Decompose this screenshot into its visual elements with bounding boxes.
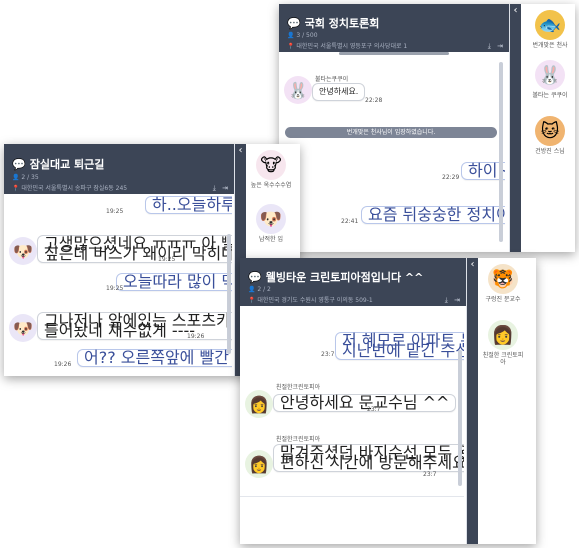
avatar: 👩 [488,320,518,350]
chat-header: 💬 웰빙타운 크린토피아점입니다 ^^ 👤 2 / 2 📍 대한민국 경기도 수원… [240,258,466,306]
header-actions: ⤓ ⇥ [213,184,228,193]
cut-off-message [339,52,449,55]
person-icon: 👤 [12,174,20,181]
room-address: 📍 대한민국 경기도 수원시 영통구 이의동 509-1 [248,297,373,304]
header-actions: ⤓ ⇥ [488,42,503,51]
message-time: 19:26 [54,361,72,368]
header-actions: ⤓ ⇥ [445,296,460,305]
user-sidebar: ‹ 🐟 번개맞은 천사 🐰 볼타는 쿠쿠이 🐱 건방진 스님 [509,4,575,252]
message-time: 22:29 [442,174,460,181]
location-pin-icon: 📍 [248,297,256,304]
download-icon[interactable]: ⤓ [445,296,448,304]
chat-area[interactable]: 하..오늘하루도 힘들었다~ 19:25 🐶 고생많으셨네요 ㅠㅠㅠ 아 빨리가… [4,194,232,376]
message-bubble-mine: 저 혜모로 아파트 문교수인데 지난번에 맡긴 수선 다 되었나요?? [335,332,464,360]
sidebar-user[interactable]: 🐰 볼타는 쿠쿠이 [528,60,572,99]
chat-header: 💬 국회 정치토론회 👤 3 / 500 📍 대한민국 서울특별시 영등포구 의사… [279,4,509,52]
avatar: 🐟 [535,10,565,40]
sidebar-user[interactable]: 👩 친절한 크린토피아 [481,320,525,366]
chat-bubble-icon: 💬 [287,17,301,30]
avatar: 🐶 [9,314,37,342]
exit-icon[interactable]: ⇥ [497,42,503,50]
chat-input-area[interactable] [240,496,464,544]
avatar: 🐶 [9,237,37,265]
chat-area[interactable]: 🐰 불타는쿠쿠이 안녕하세요. 22:28 번개맞은 천사님이 입장하였습니다.… [279,52,505,252]
chat-window-cleantopia: 💬 웰빙타운 크린토피아점입니다 ^^ 👤 2 / 2 📍 대한민국 경기도 수원… [240,258,536,544]
message-time: 23:7 [367,406,381,413]
message-time: 19:25 [158,256,176,263]
message-bubble: 안녕하세요 문교수님 ^^ [273,394,457,412]
avatar: 👩 [245,450,273,478]
avatar: 🐮 [256,150,286,180]
message-bubble-mine: 하..오늘하루도 힘들었다~ [145,196,232,214]
avatar: 🐰 [284,76,312,104]
message-bubble: 고생많으셨네요 ㅠㅠㅠ 아 빨리가서 쉬고 싶은데 버스가 왜이리 막히나요 [37,235,232,263]
chevron-left-icon[interactable]: ‹ [467,258,478,544]
download-icon[interactable]: ⤓ [213,184,216,192]
sidebar-user[interactable]: 🐱 건방진 스님 [528,116,572,155]
user-sidebar: ‹ 🐯 구렁진 문교수 👩 친절한 크린토피아 [466,258,536,544]
avatar: 🐶 [256,204,286,234]
chevron-left-icon[interactable]: ‹ [510,4,521,252]
message-bubble: 안녕하세요. [312,83,366,101]
sidebar-user[interactable]: 🐯 구렁진 문교수 [481,264,525,303]
message-time: 19:25 [106,208,124,215]
exit-icon[interactable]: ⇥ [454,296,460,304]
message-bubble-mine: 어?? 오른쪽앞에 빨간 포르쉐 말씀이세요? [77,349,232,367]
location-pin-icon: 📍 [12,185,20,192]
room-title: 💬 잠실대교 퇴근길 [12,158,105,171]
sidebar-user[interactable]: 🐮 높은 옥수수수염 [249,150,293,189]
message-bubble: 맡겨주셨던 바지수선 모두 완료되었습니다 편하신 시간에 방문해주세요 ^^ [273,444,464,472]
message-time: 23:7 [321,351,335,358]
system-notice: 번개맞은 천사님이 입장하였습니다. [285,127,497,138]
exit-icon[interactable]: ⇥ [222,184,228,192]
room-address: 📍 대한민국 서울특별시 영등포구 의사당대로 1 [287,43,408,50]
message-bubble-mine: 요즘 뒤숭숭한 정치이야기좀 해볼까요? [361,206,505,224]
message-bubble-mine: 오늘따라 많이 막히네요..;;___ [116,273,232,291]
chat-bubble-icon: 💬 [12,158,26,171]
room-title: 💬 국회 정치토론회 [287,17,380,30]
person-icon: 👤 [287,32,295,39]
scrollbar[interactable] [458,350,462,486]
room-address: 📍 대한민국 서울특별시 송파구 잠실6동 245 [12,185,128,192]
chat-area[interactable]: 저 혜모로 아파트 문교수인데 지난번에 맡긴 수선 다 되었나요?? 23:7… [240,306,464,544]
message-time: 22:28 [365,97,383,104]
avatar: 🐰 [535,60,565,90]
room-count: 👤 3 / 500 [287,32,318,39]
message-time: 23:7 [423,471,437,478]
room-count: 👤 2 / 35 [12,174,39,181]
message-time: 22:41 [341,218,359,225]
room-title: 💬 웰빙타운 크린토피아점입니다 ^^ [248,271,424,284]
scrollbar[interactable] [499,62,503,242]
chat-window-assembly: 💬 국회 정치토론회 👤 3 / 500 📍 대한민국 서울특별시 영등포구 의사… [279,4,575,252]
sidebar-user[interactable]: 🐶 남적한 입 [249,204,293,243]
message-username: 친절한크린토피아 [276,384,321,391]
message-username: 친절한크린토피아 [276,436,321,443]
avatar: 🐱 [535,116,565,146]
scrollbar[interactable] [227,234,231,354]
sidebar-user[interactable]: 🐟 번개맞은 천사 [528,10,572,49]
download-icon[interactable]: ⤓ [488,42,491,50]
message-username: 불타는쿠쿠이 [315,76,349,83]
chat-bubble-icon: 💬 [248,271,262,284]
location-pin-icon: 📍 [287,43,295,50]
person-icon: 👤 [248,286,256,293]
avatar: 🐯 [488,264,518,294]
room-count: 👤 2 / 2 [248,286,271,293]
avatar: 👩 [245,390,273,418]
message-time: 19:25 [106,285,124,292]
message-time: 19:26 [187,333,205,340]
chat-header: 💬 잠실대교 퇴근길 👤 2 / 35 📍 대한민국 서울특별시 송파구 잠실6동… [4,144,234,194]
